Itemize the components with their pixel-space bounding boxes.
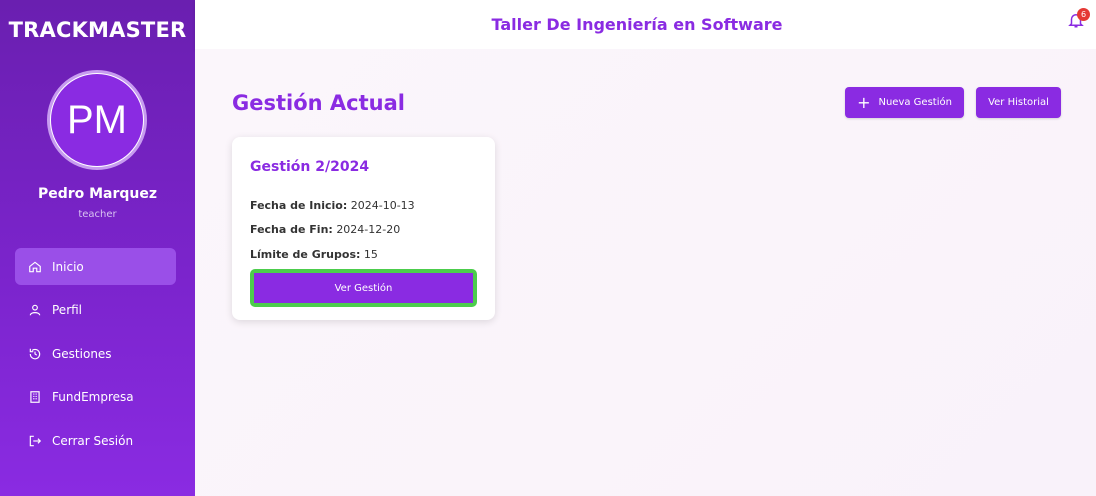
view-gestion-highlight: Ver Gestión [250,269,477,307]
card-title: Gestión 2/2024 [250,159,370,175]
page-header-title: Taller De Ingeniería en Software [491,15,783,34]
sidebar-item-fundempresa[interactable]: FundEmpresa [15,379,176,416]
sidebar-item-gestiones[interactable]: Gestiones [15,335,176,372]
avatar: PM [47,70,147,170]
plus-icon: + [857,92,871,112]
sidebar-item-label: Inicio [52,259,84,274]
start-date-value: 2024-10-13 [350,199,415,212]
notifications-button[interactable]: 6 [1067,8,1090,33]
end-date: Fecha de Fin: 2024-12-20 [250,223,400,236]
sidebar-item-label: Perfil [52,303,83,317]
view-gestion-button[interactable]: Ver Gestión [254,273,473,303]
user-name: Pedro Marquez [37,186,158,202]
home-icon [28,260,42,274]
group-limit-label: Límite de Grupos: [250,248,361,261]
sidebar-item-label: FundEmpresa [52,390,134,404]
start-date-label: Fecha de Inicio: [250,199,348,212]
new-gestion-label: Nueva Gestión [878,97,952,108]
sidebar-item-perfil[interactable]: Perfil [15,292,176,329]
sidebar-nav: Inicio Perfil Gestiones FundEmpresa Cerr… [15,248,176,466]
gestion-card: Gestión 2/2024 Fecha de Inicio: 2024-10-… [232,137,495,320]
sidebar-item-label: Gestiones [52,346,112,361]
group-limit: Límite de Grupos: 15 [250,248,378,261]
logout-icon [28,434,42,448]
group-limit-value: 15 [363,248,378,261]
avatar-initials: PM [51,74,143,166]
sidebar-item-inicio[interactable]: Inicio [15,248,176,285]
sidebar-item-cerrar-sesion[interactable]: Cerrar Sesión [15,422,176,459]
history-icon [28,347,42,361]
top-header: Taller De Ingeniería en Software 6 [195,0,1096,49]
end-date-label: Fecha de Fin: [250,223,333,236]
user-role: teacher [78,209,117,220]
sidebar-item-label: Cerrar Sesión [52,433,134,448]
end-date-value: 2024-12-20 [336,223,401,236]
main-content: Gestión Actual + Nueva Gestión Ver Histo… [195,49,1096,496]
sidebar: TRACKMASTER PM Pedro Marquez teacher Ini… [0,0,195,496]
view-history-button[interactable]: Ver Historial [976,87,1061,118]
user-icon [28,303,42,317]
start-date: Fecha de Inicio: 2024-10-13 [250,199,415,212]
building-icon [28,390,42,404]
notification-badge: 6 [1077,8,1090,21]
new-gestion-button[interactable]: + Nueva Gestión [845,87,964,118]
page-title: Gestión Actual [232,91,405,115]
brand-logo: TRACKMASTER [8,18,187,42]
